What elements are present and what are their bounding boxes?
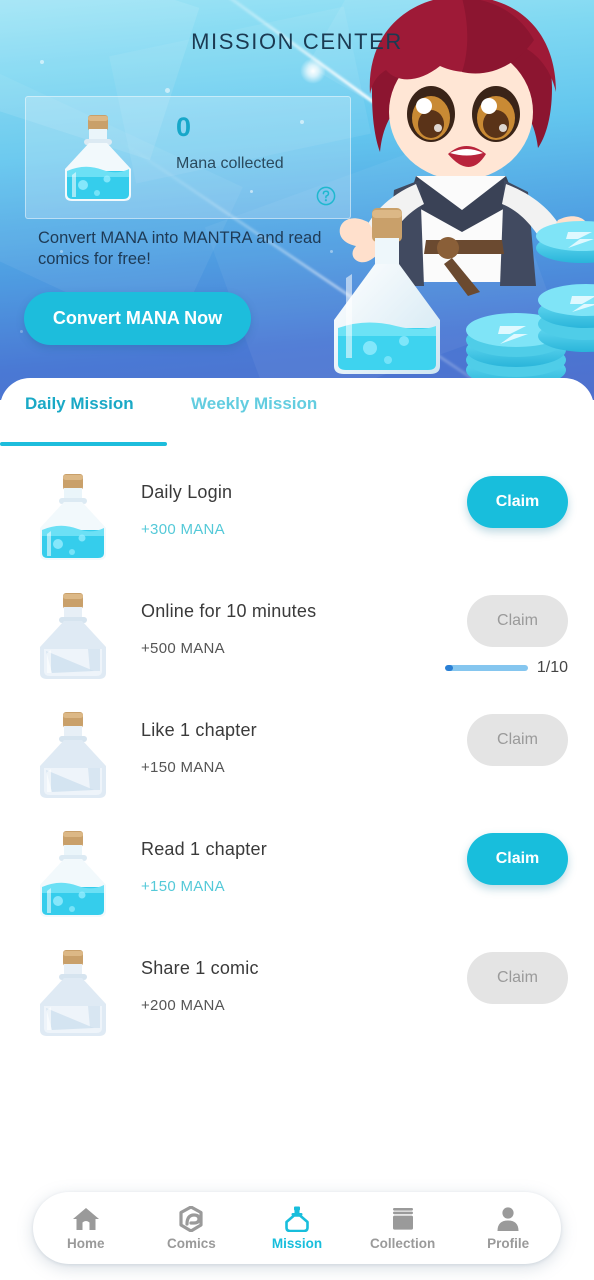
claim-button: Claim: [467, 952, 568, 1004]
mission-reward: +300 MANA: [141, 521, 225, 538]
mission-title: Online for 10 minutes: [141, 601, 317, 621]
nav-label: Home: [67, 1235, 105, 1251]
mission-tabs: Daily Mission Weekly Mission: [0, 378, 594, 448]
mission-row[interactable]: Like 1 chapter +150 MANA Claim: [0, 696, 594, 815]
potion-empty-icon: [40, 712, 106, 798]
hero-character-art: [334, 0, 594, 387]
help-circle-icon[interactable]: [316, 186, 336, 206]
mission-list: Daily Login +300 MANA Claim Online for 1…: [0, 448, 594, 1053]
claim-button[interactable]: Claim: [467, 476, 568, 528]
mission-reward: +150 MANA: [141, 878, 225, 895]
progress-text: 1/10: [536, 659, 568, 676]
mission-reward: +200 MANA: [141, 997, 225, 1014]
comics-icon: [179, 1205, 203, 1232]
potion-empty-icon: [40, 950, 106, 1036]
page-title: MISSION CENTER: [191, 29, 403, 54]
mission-reward: +150 MANA: [141, 759, 225, 776]
mission-title: Daily Login: [141, 482, 233, 502]
tab-active-indicator: [0, 442, 167, 446]
progress-fill: [444, 665, 454, 671]
mission-row[interactable]: Share 1 comic +200 MANA Claim: [0, 934, 594, 1053]
claim-button[interactable]: Claim: [467, 833, 568, 885]
mana-collected-card: 0 Mana collected: [25, 96, 351, 219]
nav-item-collection[interactable]: Collection: [350, 1206, 456, 1251]
nav-item-comics[interactable]: Comics: [139, 1205, 245, 1251]
tab-daily-mission[interactable]: Daily Mission: [25, 394, 134, 414]
potion-empty-icon: [40, 593, 106, 679]
nav-item-mission[interactable]: Mission: [244, 1206, 350, 1251]
nav-label: Mission: [271, 1235, 323, 1251]
mana-collected-label: Mana collected: [176, 155, 284, 172]
nav-label: Collection: [369, 1235, 436, 1251]
mission-progress: 1/10: [444, 659, 568, 677]
convert-mana-button[interactable]: Convert MANA Now: [24, 292, 251, 345]
nav-item-home[interactable]: Home: [33, 1206, 139, 1251]
mana-count: 0: [176, 112, 192, 142]
nav-label: Profile: [487, 1235, 530, 1251]
mission-row[interactable]: Online for 10 minutes +500 MANA Claim 1/…: [0, 577, 594, 696]
claim-button: Claim: [467, 714, 568, 766]
mission-title: Share 1 comic: [141, 958, 259, 978]
mission-row[interactable]: Daily Login +300 MANA Claim: [0, 458, 594, 577]
progress-track: [444, 665, 528, 671]
potion-full-icon: [40, 474, 106, 560]
mission-title: Read 1 chapter: [141, 839, 267, 859]
bottom-navigation-bar: Home Comics Mission Collection Profile: [33, 1192, 561, 1264]
potion-full-icon: [65, 115, 131, 201]
promo-text: Convert MANA into MANTRA and read comics…: [38, 229, 322, 268]
person-icon: [497, 1206, 519, 1231]
mission-row[interactable]: Read 1 chapter +150 MANA Claim: [0, 815, 594, 934]
nav-item-profile[interactable]: Profile: [455, 1206, 561, 1251]
header-banner: MISSION CENTER 0 Mana collected Convert …: [0, 0, 594, 400]
potion-icon: [285, 1206, 309, 1232]
claim-button: Claim: [467, 595, 568, 647]
mission-center-screen: MISSION CENTER 0 Mana collected Convert …: [0, 0, 594, 1280]
mission-title: Like 1 chapter: [141, 720, 257, 740]
nav-label: Comics: [167, 1235, 216, 1251]
tab-weekly-mission[interactable]: Weekly Mission: [191, 394, 317, 414]
mission-sheet: Daily Mission Weekly Mission Daily Login…: [0, 378, 594, 1280]
home-icon: [72, 1207, 99, 1230]
collection-icon: [392, 1207, 413, 1230]
mission-reward: +500 MANA: [141, 640, 225, 657]
potion-full-icon: [40, 831, 106, 917]
